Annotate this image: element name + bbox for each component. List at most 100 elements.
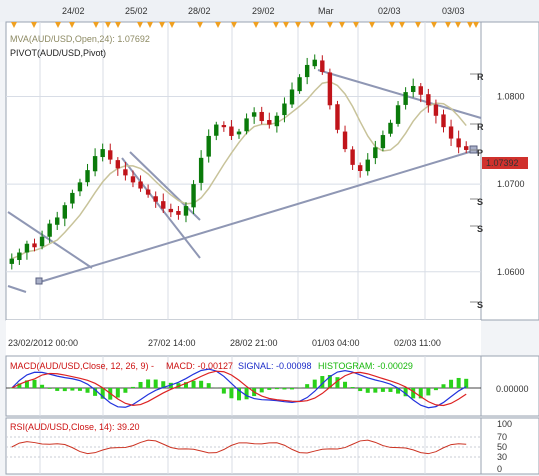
- rsi-label: RSI(AUD/USD,Close, 14): 39.20: [10, 422, 140, 432]
- histogram-bar: [267, 388, 272, 390]
- candle-body: [214, 124, 219, 136]
- candle-body: [85, 170, 90, 183]
- histogram-bar: [343, 381, 348, 388]
- bottom-axis-label: 23/02/2012 00:00: [8, 338, 78, 348]
- candle-body: [198, 157, 204, 183]
- histogram-bar: [456, 377, 461, 388]
- candle-body: [130, 176, 136, 183]
- histogram-bar: [153, 379, 158, 388]
- histogram-bar: [32, 379, 37, 388]
- candle-body: [418, 86, 423, 95]
- price-tick-label: 1.0700: [497, 179, 525, 189]
- candle-body: [259, 111, 264, 122]
- histogram-bar: [77, 388, 82, 391]
- candle-body: [395, 105, 401, 124]
- macd-zero-label: 0.00000: [496, 384, 529, 394]
- histogram-bar: [70, 388, 75, 391]
- candle-body: [123, 169, 128, 176]
- candle-body: [100, 149, 105, 158]
- histogram-bar: [244, 388, 249, 400]
- candle-body: [312, 59, 317, 67]
- histogram-bar: [123, 388, 128, 393]
- candle-body: [448, 126, 454, 139]
- histogram-bar: [350, 387, 355, 388]
- candle-body: [289, 89, 295, 105]
- candle-body: [357, 165, 363, 171]
- pivot-marker-label: R: [477, 122, 484, 132]
- candle-body: [17, 252, 22, 260]
- candle-body: [410, 85, 416, 92]
- histogram-bar: [55, 388, 60, 391]
- bottom-axis-label: 01/03 04:00: [312, 338, 360, 348]
- histogram-bar: [9, 388, 14, 389]
- pivot-marker-label: R: [477, 72, 484, 82]
- histogram-bar: [146, 379, 151, 388]
- pivot-marker-label: P: [477, 148, 483, 158]
- candle-body: [145, 189, 151, 195]
- candle-body: [274, 115, 280, 127]
- candle-body: [229, 126, 234, 136]
- mva-indicator-label: MVA(AUD/USD,Open,24): 1.07692: [10, 34, 150, 44]
- price-tick-label: 1.0600: [497, 267, 525, 277]
- candle-body: [297, 77, 302, 92]
- histogram-bar: [259, 388, 264, 393]
- price-tick-label: 1.0800: [497, 92, 525, 102]
- candle-body: [433, 104, 439, 116]
- rsi-level-label: 70: [497, 432, 507, 442]
- candle-body: [365, 159, 370, 172]
- candle-body: [282, 103, 287, 116]
- candle-body: [32, 243, 37, 248]
- candle-body: [70, 192, 75, 204]
- top-axis-label: 29/02: [252, 6, 275, 16]
- bottom-axis-label: 27/02 14:00: [148, 338, 196, 348]
- candle-body: [456, 138, 461, 148]
- candle-body: [244, 118, 249, 132]
- candle-body: [77, 182, 83, 192]
- pivot-marker-label: S: [477, 300, 483, 310]
- candle-body: [161, 201, 166, 209]
- candle-body: [426, 94, 431, 106]
- top-axis-label: 02/03: [378, 6, 401, 16]
- candle-body: [327, 72, 333, 106]
- candle-body: [168, 208, 174, 213]
- candle-body: [251, 112, 257, 117]
- pivot-marker-label: S: [477, 197, 483, 207]
- histogram-bar: [40, 384, 45, 388]
- bottom-axis-label: 28/02 21:00: [230, 338, 278, 348]
- histogram-bar: [380, 388, 385, 392]
- histogram-bar: [130, 386, 135, 388]
- candle-body: [388, 122, 393, 134]
- candle-body: [138, 181, 143, 189]
- histogram-bar: [138, 381, 143, 388]
- candle-body: [441, 114, 446, 128]
- top-axis-label: 24/02: [62, 6, 85, 16]
- candle-body: [108, 150, 113, 160]
- histogram-bar: [199, 380, 204, 388]
- candle-body: [183, 206, 189, 216]
- candle-body: [62, 205, 68, 219]
- candle-body: [464, 146, 469, 150]
- candle-body: [304, 64, 310, 78]
- histogram-bar: [282, 388, 287, 390]
- candle-body: [403, 92, 408, 105]
- signal-value-label: SIGNAL: -0.00098: [238, 361, 312, 371]
- candle-body: [55, 217, 60, 225]
- candle-body: [236, 131, 242, 135]
- rsi-level-label: 50: [497, 442, 507, 452]
- chart-window: 24/02 25/02 28/02 29/02 Mar 02/03 03/03 …: [0, 0, 539, 476]
- candle-body: [115, 160, 121, 169]
- chart-canvas[interactable]: 24/02 25/02 28/02 29/02 Mar 02/03 03/03 …: [0, 0, 539, 476]
- candle-body: [267, 120, 272, 125]
- candle-body: [92, 156, 98, 172]
- candle-body: [373, 147, 378, 159]
- rsi-level-label: 30: [497, 452, 507, 462]
- histogram-bar: [274, 388, 279, 390]
- histogram-bar: [191, 380, 196, 388]
- histogram-bar: [433, 388, 438, 391]
- histogram-bar: [358, 388, 363, 392]
- histogram-bar: [47, 388, 52, 389]
- histogram-bar: [115, 388, 120, 398]
- top-axis-label: Mar: [318, 6, 334, 16]
- histogram-bar: [411, 388, 416, 399]
- candle-body: [39, 236, 45, 247]
